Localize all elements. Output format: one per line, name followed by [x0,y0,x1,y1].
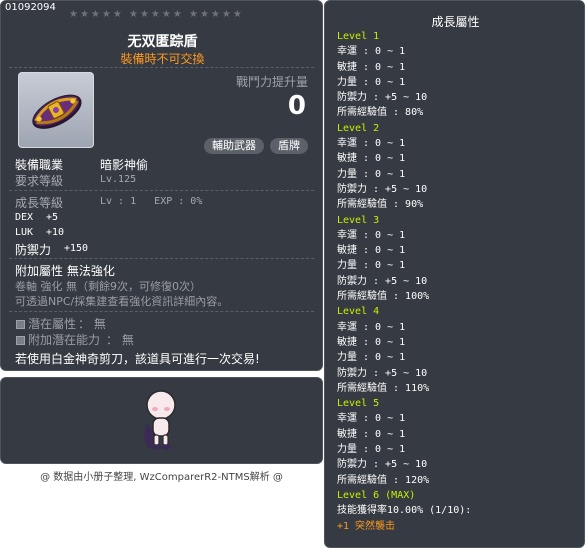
stat-luk-name: LUK [15,227,34,238]
bonus-potential-label: 附加潛在能力 [28,333,101,347]
power-increase-value: 0 [287,91,306,121]
potential-label: 潛在屬性 [28,317,77,331]
shield-item-icon [32,94,82,129]
growth-level-label: 成長等級 [15,196,64,210]
job-value: 暗影神偷 [100,158,149,172]
growth-stat-line: 幸運 : 0 ~ 1 [337,413,406,425]
growth-stat-line: 力量 : 0 ~ 1 [337,444,406,456]
growth-level-heading: Level 1 [337,31,380,42]
growth-stat-line: 所需經驗值 : 110% [337,382,430,394]
growth-stat-line: 防禦力 : +5 ~ 10 [337,367,428,379]
growth-stat-line: 敏捷 : 0 ~ 1 [337,245,406,257]
growth-stat-line: 力量 : 0 ~ 1 [337,168,406,180]
stat-luk-value: +10 [46,227,65,238]
growth-attributes-panel: 成長屬性 Level 1 幸運 : 0 ~ 1 敏捷 : 0 ~ 1 力量 : 0 ~… [324,0,585,548]
growth-stat-line: 力量 : 0 ~ 1 [337,260,406,272]
growth-stat-line: 力量 : 0 ~ 1 [337,76,406,88]
divider [9,311,314,312]
job-label: 裝備職業 [15,158,64,172]
bonus-potential-value: ： 無 [106,333,134,347]
growth-stat-line: 幸運 : 0 ~ 1 [337,321,406,333]
divider [9,67,314,68]
scroll-status: 卷軸 強化 無（剩餘9次，可修復0次） [15,280,201,293]
growth-level-heading: Level 6 (MAX) [337,489,416,501]
tag-shield: 盾牌 [270,138,308,154]
growth-title: 成長屬性 [431,15,480,29]
trade-restriction-note: 裝備時不可交換 [120,52,205,66]
required-level-label: 要求等級 [15,174,64,188]
item-tooltip-panel: 01092094 ★★★★★ ★★★★★ ★★★★★ 无双匿踪盾 裝備時不可交換… [0,0,323,371]
divider [9,190,314,191]
item-name: 无双匿踪盾 [127,34,198,50]
stat-dex-value: +5 [46,212,59,223]
growth-level-heading: Level 5 [337,398,380,410]
growth-stat-line: 敏捷 : 0 ~ 1 [337,153,406,165]
power-increase-label: 戰鬥力提升量 [235,75,308,89]
growth-stat-line: 防禦力 : +5 ~ 10 [337,92,428,104]
potential-row: 潛在屬性 [16,315,76,332]
growth-stat-line: 幸運 : 0 ~ 1 [337,229,406,241]
enhance-status: 附加屬性 無法強化 [15,264,115,278]
potential-box-icon [16,320,25,329]
growth-stat-line: 所需經驗值 : 120% [337,474,430,486]
star-force-stars: ★★★★★ ★★★★★ ★★★★★ [69,9,244,20]
growth-stat-line: 所需經驗值 : 80% [337,107,424,119]
growth-stat-line: 敏捷 : 0 ~ 1 [337,336,406,348]
potential-value: ： 無 [78,317,106,331]
growth-level-heading: Level 3 [337,214,380,226]
footer-credit: @ 数据由小册子整理, WzComparerR2-NTMS解析 @ [40,472,283,483]
growth-stat-line: 防禦力 : +5 ~ 10 [337,275,428,287]
growth-stat-line: 幸運 : 0 ~ 1 [337,46,406,58]
npc-info-note: 可透過NPC/採集建查看強化資訊詳細內容。 [15,295,229,308]
stat-defense-name: 防禦力 [15,243,52,257]
growth-skill-bonus: +1 突然襲击 [337,520,396,532]
growth-stat-line: 防禦力 : +5 ~ 10 [337,459,428,471]
item-id: 01092094 [5,2,56,13]
growth-stat-line: 所需經驗值 : 90% [337,199,424,211]
stat-dex-name: DEX [15,212,34,223]
scissors-trade-note: 若使用白金神奇剪刀，該道具可進行一次交易! [15,352,260,366]
growth-level-list: Level 1 幸運 : 0 ~ 1 敏捷 : 0 ~ 1 力量 : 0 ~ 1 防禦力… [337,29,471,534]
item-icon-frame [18,72,94,148]
avatar-sprite [144,390,176,450]
potential-box-icon [16,336,25,345]
character-avatar [139,389,183,453]
growth-stat-line: 敏捷 : 0 ~ 1 [337,428,406,440]
growth-stat-line: 防禦力 : +5 ~ 10 [337,183,428,195]
growth-stat-line: 敏捷 : 0 ~ 1 [337,61,406,73]
growth-level-value: Lv : 1 EXP : 0% [100,196,203,207]
growth-stat-line: 力量 : 0 ~ 1 [337,352,406,364]
growth-stat-line: 所需經驗值 : 100% [337,291,430,303]
growth-level-heading: Level 4 [337,306,380,318]
bonus-potential-row: 附加潛在能力 [16,331,100,348]
growth-stat-line: 幸運 : 0 ~ 1 [337,138,406,150]
growth-stat-line: 技能獲得率10.00% (1/10): [337,505,472,517]
required-level-value: Lv.125 [100,174,137,185]
divider [9,258,314,259]
avatar-preview-panel [0,377,323,464]
stat-defense-value: +150 [64,243,89,254]
growth-level-heading: Level 2 [337,122,380,134]
tag-secondary-weapon: 輔助武器 [204,138,264,154]
